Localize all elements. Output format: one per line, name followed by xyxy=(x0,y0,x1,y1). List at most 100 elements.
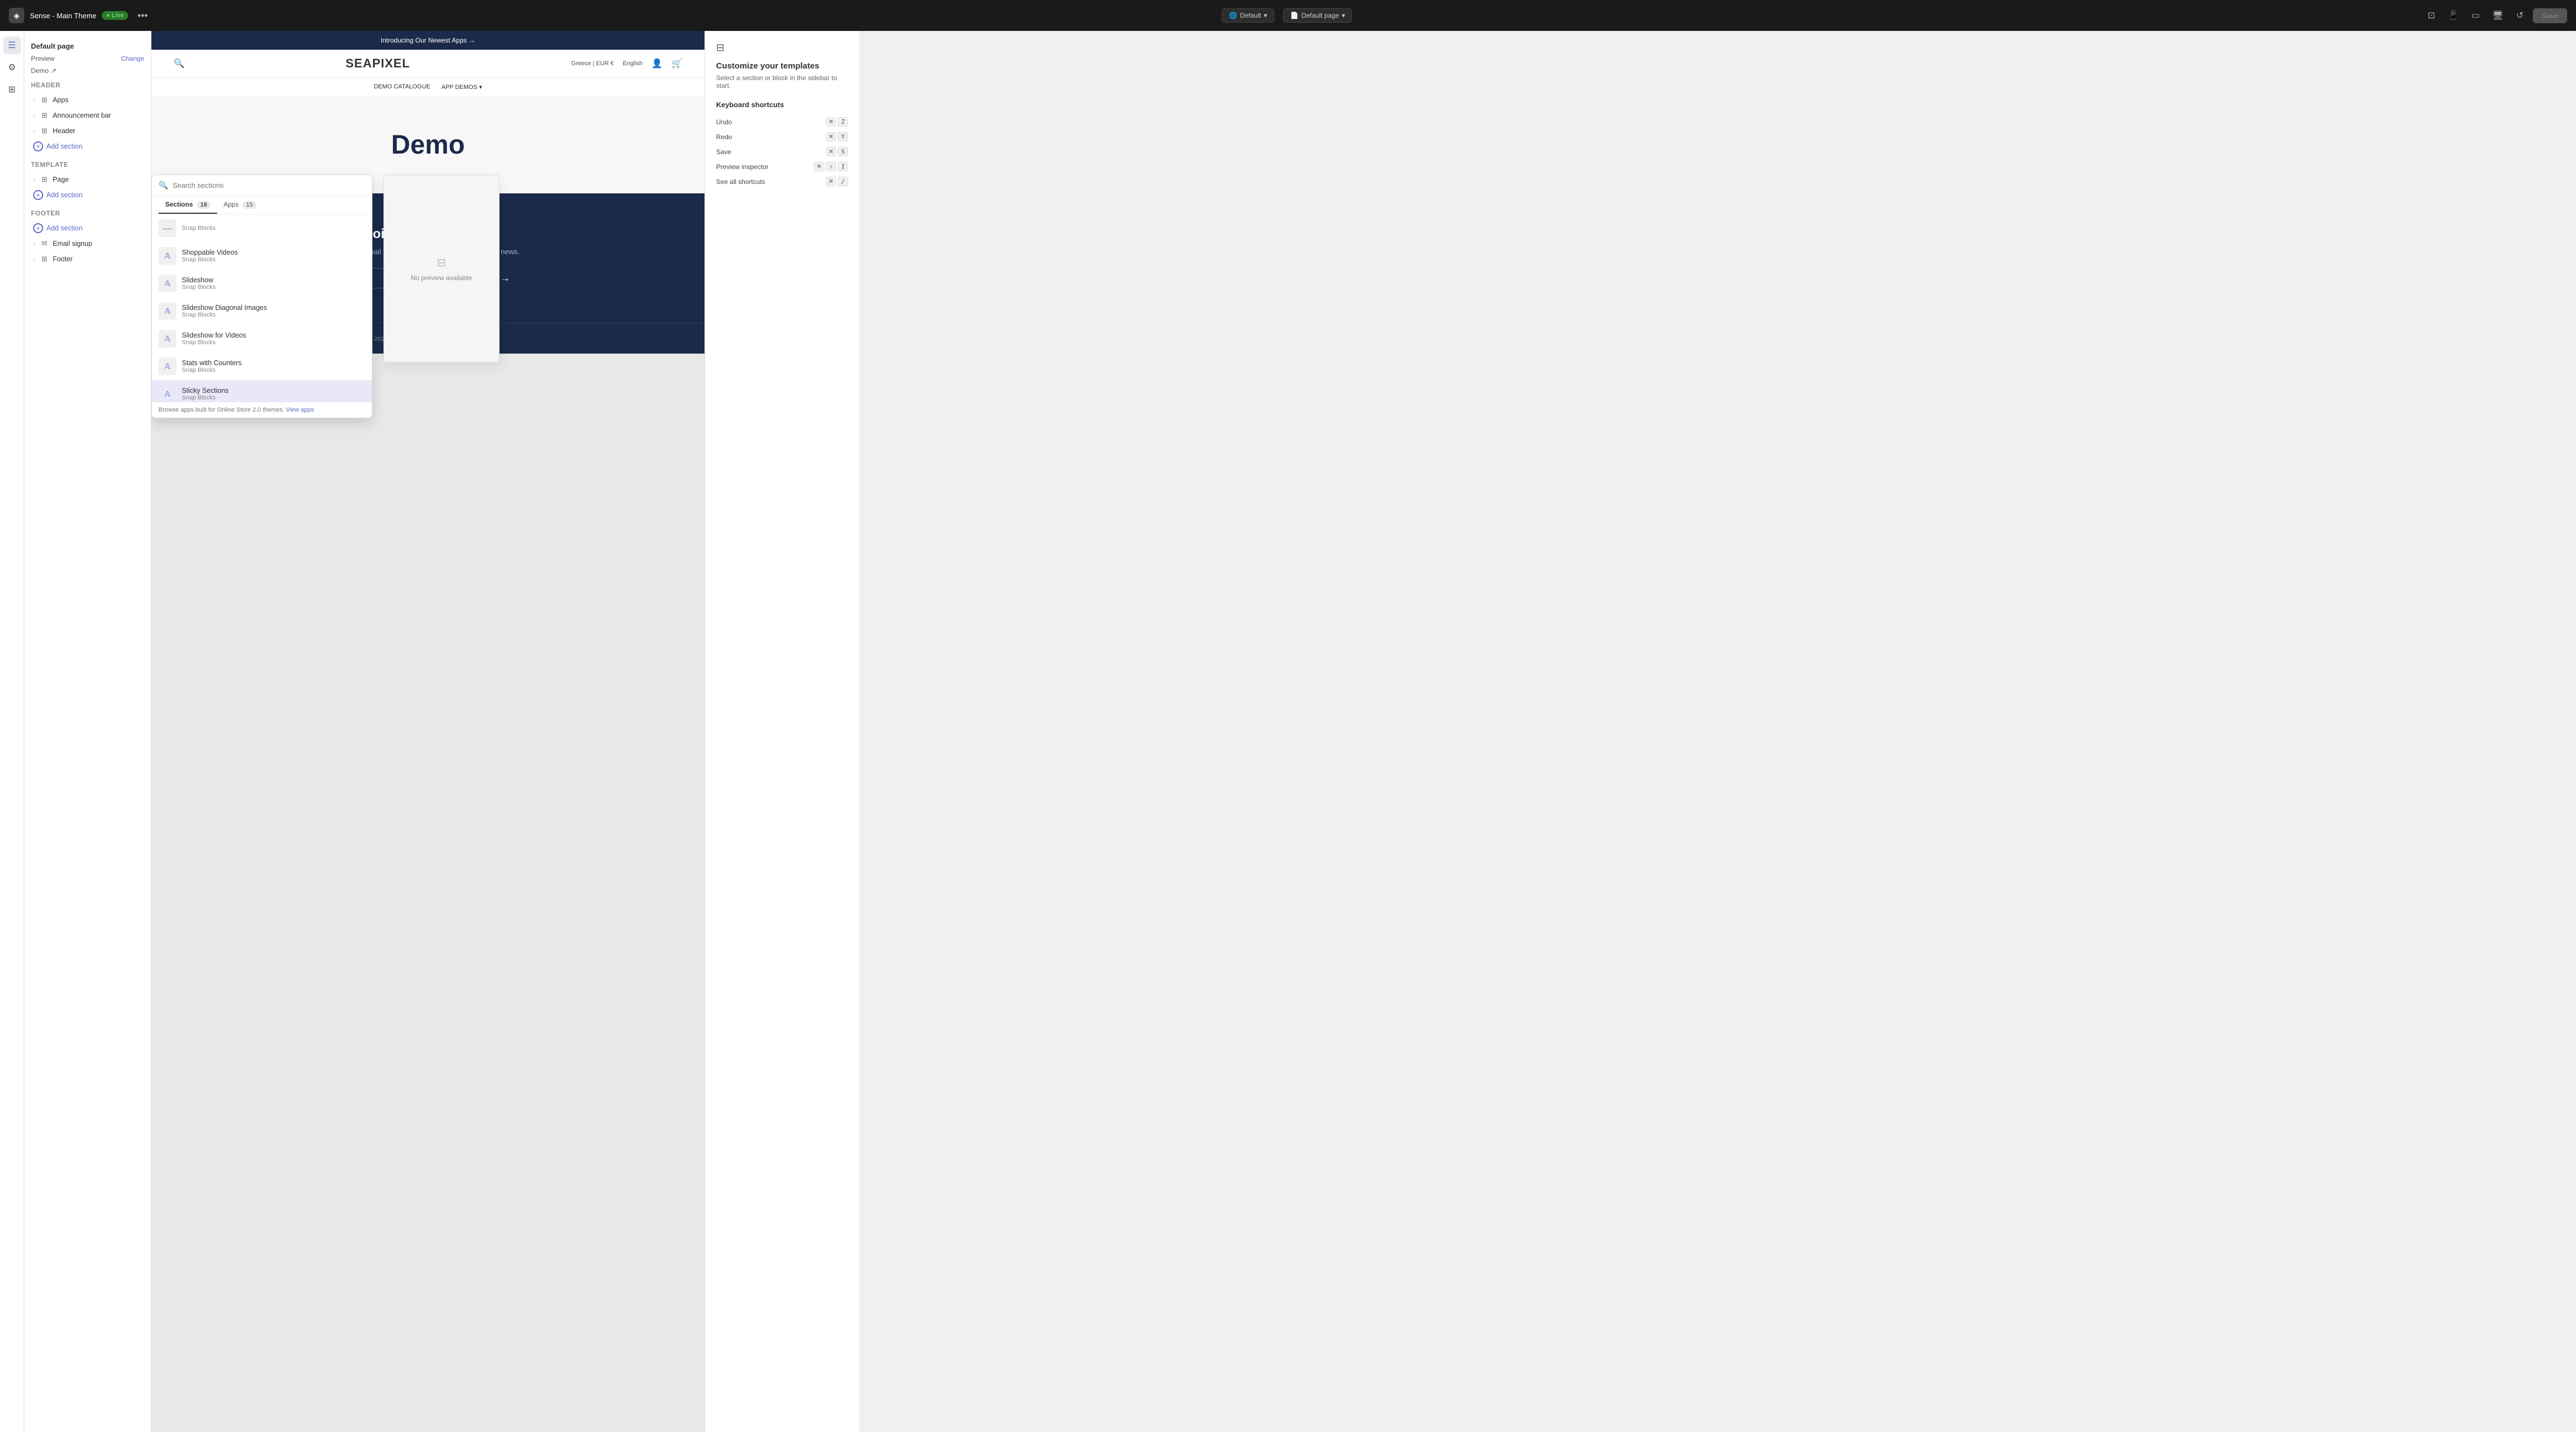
list-item-slideshow[interactable]: 𝔸 Slideshow Snap Blocks xyxy=(152,270,372,297)
list-item-sticky[interactable]: 𝔸 Sticky Sections Snap Blocks xyxy=(152,380,372,402)
shortcut-keys-all: ⌘ / xyxy=(826,177,848,186)
shortcut-keys-preview: ⌘ ⇧ I xyxy=(814,162,848,171)
top-bar: ◈ Sense - Main Theme ● Live ••• 🌐 Defaul… xyxy=(0,0,2576,31)
shortcut-undo: Undo ⌘ Z xyxy=(716,114,848,129)
default-button[interactable]: 🌐 Default ▾ xyxy=(1222,8,1274,23)
add-section-button-header[interactable]: + Add section xyxy=(31,139,144,154)
cart-icon[interactable]: 🛒 xyxy=(671,58,682,69)
key-y: Y xyxy=(838,132,848,141)
more-button[interactable]: ••• xyxy=(134,7,151,24)
nav-demo-catalogue[interactable]: DEMO CATALOGUE xyxy=(374,83,430,91)
item-text-5: Stats with Counters Snap Blocks xyxy=(182,359,241,373)
mobile-icon-button[interactable]: 📱 xyxy=(2444,7,2462,24)
sidebar-item-announcement[interactable]: › ⊞ Announcement bar xyxy=(31,108,144,123)
add-section-button-template[interactable]: + Add section xyxy=(31,187,144,203)
item-icon-4: 𝔸 xyxy=(159,330,176,348)
plus-icon: + xyxy=(33,141,43,151)
shortcut-label-redo: Redo xyxy=(716,133,732,141)
account-icon[interactable]: 👤 xyxy=(651,58,663,69)
shortcut-label-save: Save xyxy=(716,148,731,156)
list-item-slideshow-videos[interactable]: 𝔸 Slideshow for Videos Snap Blocks xyxy=(152,325,372,352)
item-sub-4: Snap Blocks xyxy=(182,339,246,346)
right-sidebar-title: Customize your templates xyxy=(716,61,848,71)
hero-title: Demo xyxy=(174,130,682,160)
undo-button[interactable]: ↺ xyxy=(2511,7,2528,24)
item-sub-3: Snap Blocks xyxy=(182,312,267,318)
theme-name: Sense - Main Theme xyxy=(30,12,96,20)
customizer-icon-button[interactable]: ⊡ xyxy=(2422,7,2440,24)
item-text-4: Slideshow for Videos Snap Blocks xyxy=(182,331,246,346)
item-icon-2: 𝔸 xyxy=(159,275,176,292)
search-icon-dropdown: 🔍 xyxy=(159,181,168,190)
chevron-icon-2: › xyxy=(33,113,35,119)
item-name-3: Slideshow Diagonal Images xyxy=(182,304,267,312)
change-button[interactable]: Change xyxy=(121,55,144,62)
dropdown-search-bar: 🔍 xyxy=(152,175,372,196)
save-button[interactable]: Save xyxy=(2533,8,2567,23)
footer-icon: ⊞ xyxy=(39,254,49,264)
item-sub-1: Snap Blocks xyxy=(182,256,238,263)
chevron-icon-6: › xyxy=(33,256,35,262)
no-preview-text: No preview available xyxy=(411,274,472,282)
tablet-icon-button[interactable]: ▭ xyxy=(2467,7,2484,24)
list-item-stats[interactable]: 𝔸 Stats with Counters Snap Blocks xyxy=(152,352,372,380)
announcement-bar: Introducing Our Newest Apps → xyxy=(151,31,705,50)
sidebar-item-apps[interactable]: › ⊞ Apps xyxy=(31,92,144,108)
item-text-0: Snap Blocks xyxy=(182,225,215,231)
header-label: Header xyxy=(52,127,75,135)
item-icon-5: 𝔸 xyxy=(159,357,176,375)
search-input[interactable] xyxy=(172,181,365,189)
no-preview-panel: ⊟ No preview available xyxy=(383,175,500,362)
view-apps-link[interactable]: View apps xyxy=(286,407,314,413)
browse-apps-text: Browse apps built for Online Store 2.0 t… xyxy=(159,407,284,413)
layout: ☰ ⚙ ⊞ Default page Preview Change Demo ↗… xyxy=(0,31,859,1432)
footer-section-label: Footer xyxy=(31,209,144,217)
item-sub-0: Snap Blocks xyxy=(182,225,215,231)
sections-dropdown: 🔍 Sections 18 Apps 15 — Snap xyxy=(151,175,372,418)
sidebar-item-header[interactable]: › ⊞ Header xyxy=(31,123,144,139)
chevron-icon-3: › xyxy=(33,128,35,134)
item-sub-6: Snap Blocks xyxy=(182,394,229,401)
desktop-icon-button[interactable]: 🖥 xyxy=(2489,7,2506,24)
sidebar-item-page[interactable]: › ⊞ Page xyxy=(31,172,144,187)
default-page-button[interactable]: 📄 Default page ▾ xyxy=(1283,8,1352,23)
template-section-label: Template xyxy=(31,161,144,169)
key-cmd: ⌘ xyxy=(826,117,837,127)
key-shift: ⇧ xyxy=(826,162,837,171)
footer-label: Footer xyxy=(52,255,72,263)
key-cmd-3: ⌘ xyxy=(826,147,837,156)
store-search-icon[interactable]: 🔍 xyxy=(174,58,185,69)
sidebar-content: Default page Preview Change Demo ↗ Heade… xyxy=(24,31,151,1432)
sidebar-settings-icon[interactable]: ⚙ xyxy=(3,59,21,76)
sidebar-item-email-signup[interactable]: › ✉ Email signup xyxy=(31,236,144,251)
sidebar-item-footer[interactable]: › ⊞ Footer xyxy=(31,251,144,267)
list-item-separator[interactable]: — Snap Blocks xyxy=(152,214,372,242)
shortcuts-title: Keyboard shortcuts xyxy=(716,101,848,109)
store-header-right: Greece | EUR € English 👤 🛒 xyxy=(571,58,682,69)
sidebar-apps-icon[interactable]: ⊞ xyxy=(3,81,21,98)
item-text-6: Sticky Sections Snap Blocks xyxy=(182,387,229,401)
apps-icon: ⊞ xyxy=(39,95,49,105)
nav-app-demos[interactable]: APP DEMOS ▾ xyxy=(441,83,482,91)
key-cmd-2: ⌘ xyxy=(826,132,837,141)
page-item-label: Page xyxy=(52,176,69,183)
shortcut-label-all: See all shortcuts xyxy=(716,178,765,186)
item-icon-0: — xyxy=(159,219,176,237)
list-item-slideshow-diagonal[interactable]: 𝔸 Slideshow Diagonal Images Snap Blocks xyxy=(152,297,372,325)
lang-label: English xyxy=(623,60,643,67)
item-name-1: Shoppable Videos xyxy=(182,249,238,256)
add-section-button-footer[interactable]: + Add section xyxy=(31,220,144,236)
add-section-label-2: Add section xyxy=(46,191,82,199)
list-item-shoppable[interactable]: 𝔸 Shoppable Videos Snap Blocks xyxy=(152,242,372,270)
sidebar-sections-icon[interactable]: ☰ xyxy=(3,36,21,54)
chevron-icon-5: › xyxy=(33,241,35,247)
email-signup-label: Email signup xyxy=(52,240,92,248)
item-name-4: Slideshow for Videos xyxy=(182,331,246,339)
top-bar-left: ◈ Sense - Main Theme ● Live ••• xyxy=(9,7,151,24)
key-cmd-4: ⌘ xyxy=(814,162,824,171)
tab-sections[interactable]: Sections 18 xyxy=(159,196,217,214)
item-sub-2: Snap Blocks xyxy=(182,284,215,291)
tab-apps[interactable]: Apps 15 xyxy=(217,196,263,214)
demo-row: Demo ↗ xyxy=(31,67,144,75)
chevron-down-icon: ▾ xyxy=(1264,12,1267,19)
